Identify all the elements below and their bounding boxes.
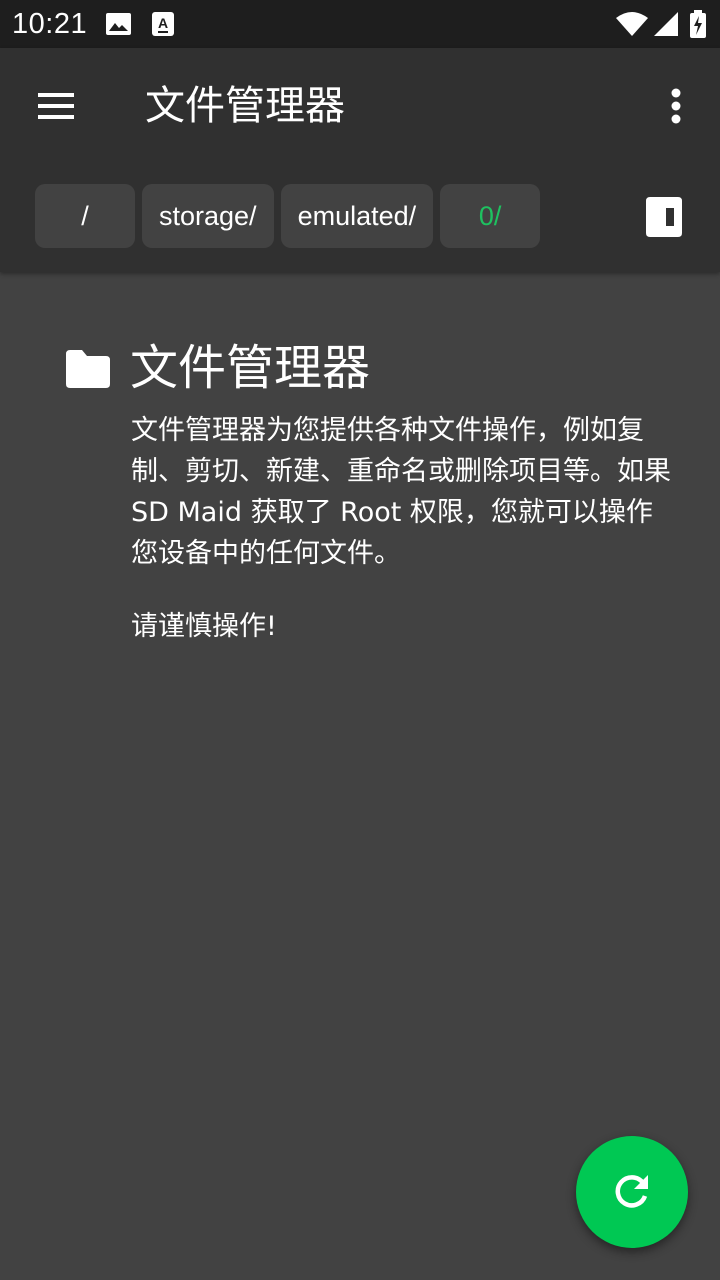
breadcrumb-item-storage[interactable]: storage/ [142,184,274,248]
breadcrumb-label: / [81,200,89,231]
navigation-drawer-button[interactable] [28,78,84,134]
breadcrumb-item-root[interactable]: / [35,184,135,248]
breadcrumb: / storage/ emulated/ 0/ [35,184,541,248]
app-bar: 文件管理器 / storage/ emulated/ 0/ [0,48,720,272]
folder-icon [66,350,110,388]
hamburger-menu-icon [38,93,74,119]
refresh-icon [615,1175,648,1208]
battery-charging-icon [690,10,706,38]
breadcrumb-label: emulated/ [297,200,417,231]
breadcrumb-item-emulated[interactable]: emulated/ [280,184,434,248]
empty-state-description: 文件管理器为您提供各种文件操作，例如复制、剪切、新建、重命名或删除项目等。如果 … [131,415,671,569]
accessibility-notification-icon: A [152,12,174,36]
refresh-button[interactable] [576,1136,688,1248]
cell-signal-icon [654,12,678,36]
empty-state-title: 文件管理器 [130,340,371,396]
breadcrumb-label: storage/ [159,200,257,231]
storage-selector-icon[interactable] [646,197,682,237]
empty-state-warning: 请谨慎操作! [131,611,277,642]
status-bar: 10:21 A [0,0,720,48]
empty-state: 文件管理器 文件管理器为您提供各种文件操作，例如复制、剪切、新建、重命名或删除项… [0,272,720,1280]
overflow-menu-button[interactable] [652,78,700,134]
status-time: 10:21 [12,8,88,40]
breadcrumb-label: 0/ [478,200,502,231]
image-icon [106,13,131,35]
breadcrumb-item-current[interactable]: 0/ [440,184,541,248]
wifi-icon [616,12,648,36]
svg-text:A: A [158,15,168,31]
more-vert-icon [671,88,681,124]
page-title: 文件管理器 [145,83,345,129]
